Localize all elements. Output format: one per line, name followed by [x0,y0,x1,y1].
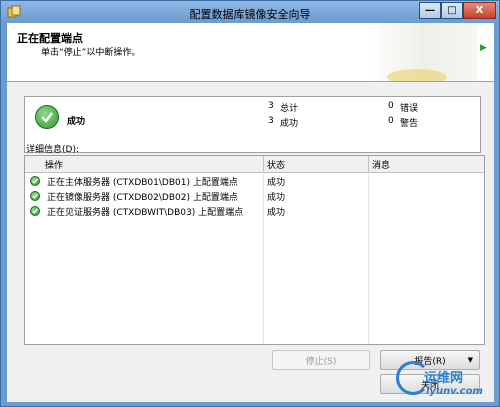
success-check-icon [35,105,59,129]
row-success-icon [30,176,40,186]
maximize-button[interactable]: □ [441,2,463,19]
minimize-button[interactable]: — [419,2,441,19]
summary-panel: 成功 3 总计 3 成功 0 错误 0 警告 [24,96,481,153]
watermark-brand: 运维网 [424,371,464,386]
success-label: 成功 [280,119,299,129]
error-label: 错误 [400,104,419,114]
total-label: 总计 [280,104,299,114]
row-success-icon [30,191,40,201]
wizard-window: 配置数据库镜像安全向导 — □ X 正在配置端点 单击“停止”以中断操作。 ▶ … [0,0,500,407]
grid-header: 操作 状态 消息 [25,156,484,173]
wizard-header: 正在配置端点 单击“停止”以中断操作。 ▶ [7,23,494,82]
warning-count: 0 [388,116,394,126]
error-count: 0 [388,101,394,111]
row-status: 成功 [267,208,286,218]
success-count: 3 [268,116,274,126]
row-status: 成功 [267,178,286,188]
row-success-icon [30,206,40,216]
header-decoration-blob [387,69,447,81]
column-separator[interactable] [263,156,264,172]
warning-label: 警告 [400,119,419,129]
page-subtitle: 单击“停止”以中断操作。 [41,48,141,58]
page-title: 正在配置端点 [17,32,83,45]
column-header-status[interactable]: 状态 [267,158,285,171]
close-window-button[interactable]: X [463,2,496,19]
total-count: 3 [268,101,274,111]
details-grid[interactable]: 操作 状态 消息 正在主体服务器 (CTXDB01\DB01) 上配置端点 成功… [24,155,485,345]
dialog-client: 正在配置端点 单击“停止”以中断操作。 ▶ 成功 3 总计 3 成功 0 错误 … [7,23,494,402]
watermark-url: iyunv.com [426,386,483,397]
column-separator[interactable] [368,156,369,172]
table-row[interactable]: 正在镜像服务器 (CTXDB02\DB02) 上配置端点 成功 [25,189,484,204]
details-label: 详细信息(D): [26,145,79,155]
row-action: 正在主体服务器 (CTXDB01\DB01) 上配置端点 [47,178,238,188]
column-header-action[interactable]: 操作 [45,158,63,171]
row-action: 正在镜像服务器 (CTXDB02\DB02) 上配置端点 [47,193,238,203]
overall-status: 成功 [67,117,86,127]
table-row[interactable]: 正在见证服务器 (CTXDBWIT\DB03) 上配置端点 成功 [25,204,484,219]
row-status: 成功 [267,193,286,203]
row-action: 正在见证服务器 (CTXDBWIT\DB03) 上配置端点 [47,208,244,218]
play-arrow-icon: ▶ [480,43,487,53]
table-row[interactable]: 正在主体服务器 (CTXDB01\DB01) 上配置端点 成功 [25,174,484,189]
watermark-logo: 运维网 iyunv.com [396,359,488,407]
column-header-message[interactable]: 消息 [372,158,390,171]
stop-button[interactable]: 停止(S) [272,350,370,370]
title-bar[interactable]: 配置数据库镜像安全向导 — □ X [1,1,499,23]
